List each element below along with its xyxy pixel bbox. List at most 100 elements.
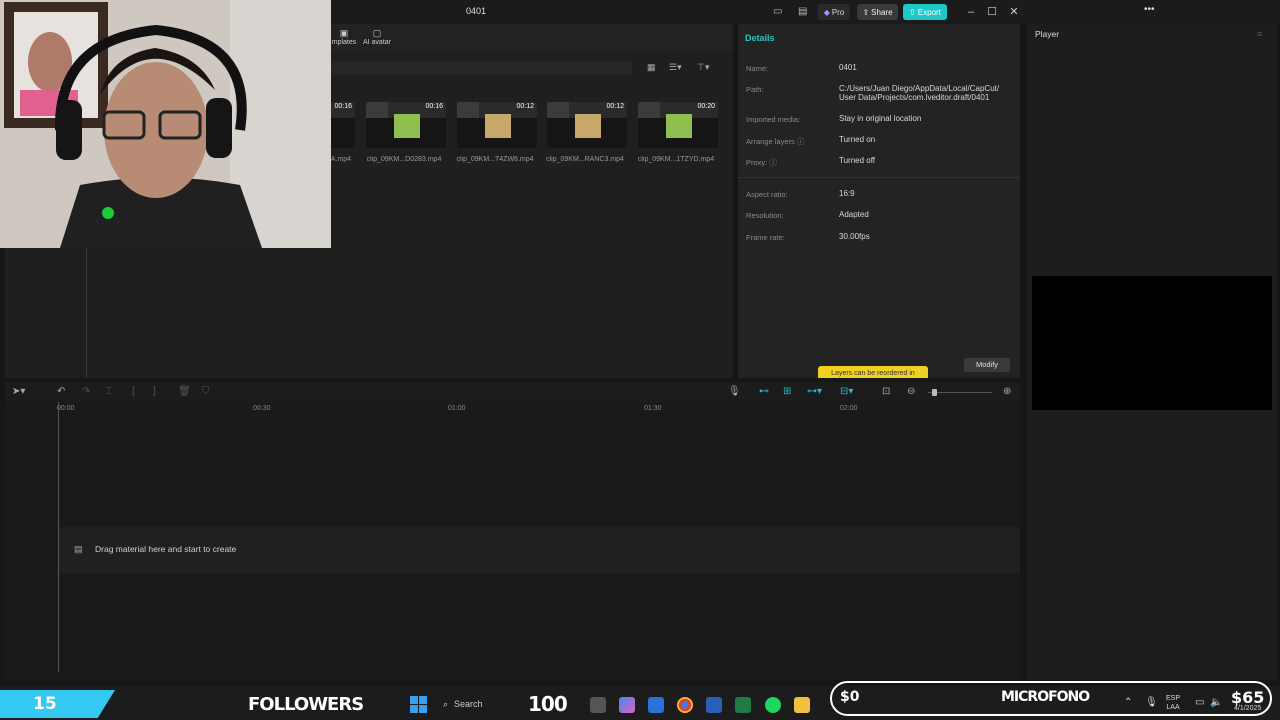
detail-value: Stay in original location [839,114,922,123]
detail-label: Path: [746,85,764,94]
clip-duration: 00:12 [606,103,624,110]
split-icon[interactable]: ⌶ [106,386,112,397]
sort-icon[interactable]: ☰▾ [669,62,682,73]
copilot-icon[interactable] [619,697,635,713]
detail-label: Resolution: [746,211,784,220]
media-clip[interactable]: 00:12 [547,102,627,148]
follower-goal: 100 [528,692,568,716]
windows-start-icon[interactable] [410,696,427,713]
detail-value: Turned off [839,156,876,165]
search-icon: ⌕ [443,698,449,709]
media-clip[interactable]: 00:12 [457,102,537,148]
microphone-icon[interactable]: 🎙 [728,386,741,397]
maximize-icon[interactable]: ☐ [985,5,999,19]
zoom-out-icon[interactable]: ⊖ [907,386,915,397]
drag-hint: Drag material here and start to create [95,544,237,554]
minimize-icon[interactable]: – [964,5,978,19]
ruler-tick: 02:00 [840,405,858,412]
menu-icon[interactable]: ≡ [1257,29,1262,39]
clip-duration: 00:12 [516,103,534,110]
media-search-bar[interactable] [330,61,632,75]
clip-duration: 00:16 [334,103,352,110]
layers-tooltip: Layers can be reordered in [818,366,928,378]
ruler-tick: 01:30 [644,405,662,412]
timeline-ruler[interactable] [5,402,1020,416]
layout-icon[interactable]: ▭ [773,6,782,17]
undo-icon[interactable]: ↶ [57,386,65,397]
preview-axis-icon[interactable]: ⊟▾ [840,386,853,397]
network-icon[interactable]: ▭ [1195,697,1204,708]
chrome-icon[interactable] [677,697,693,713]
close-icon[interactable]: ✕ [1007,5,1021,19]
taskbar-search[interactable]: ⌕ Search [437,693,527,715]
auto-snapping-icon[interactable]: ⊞ [783,386,791,397]
trim-right-icon[interactable]: ] [153,386,156,397]
tray-chevron-icon[interactable]: ⌃ [1124,697,1132,708]
task-view-icon[interactable] [590,697,606,713]
language-code: ESP [1166,695,1181,702]
player-viewport[interactable] [1032,276,1272,410]
detail-label: Imported media: [746,115,801,124]
detail-label: Arrange layers ⓘ [746,137,805,146]
select-tool-icon[interactable]: ➤▾ [12,386,25,397]
media-clip[interactable]: 00:20 [638,102,718,148]
clip-duration: 00:16 [425,103,443,110]
clip-duration: 00:20 [697,103,715,110]
project-title: 0401 [465,6,487,16]
detail-value: 30.00fps [839,232,870,241]
detail-label: Name: [746,64,769,73]
diamond-icon: ◆ [823,7,830,17]
filter-icon[interactable]: ⊤▾ [697,62,709,73]
tab-templates[interactable]: ▣ mplates [330,28,358,46]
share-label: Share [871,7,893,17]
more-options-icon[interactable]: ••• [1144,4,1155,15]
clip-name: clip_09KM...RANC3.mp4 [546,156,624,163]
playhead[interactable] [58,402,59,672]
tray-microphone-icon[interactable]: 🎙 [1145,697,1158,708]
ruler-tick: 01:00 [448,405,466,412]
webcam-feed [0,0,331,248]
delete-icon[interactable]: 🗑 [178,386,191,397]
volume-icon[interactable]: 🔈 [1210,697,1222,708]
detail-value: 16:9 [839,189,855,198]
divider [738,177,1020,178]
pro-label: Pro [831,7,845,17]
share-button[interactable]: ⇪ Share [857,4,898,20]
pro-button[interactable]: ◆ Pro [818,4,850,20]
followers-badge [0,690,115,718]
zoom-in-icon[interactable]: ⊕ [1003,386,1011,397]
modify-button[interactable]: Modify [964,358,1010,372]
linkage-icon[interactable]: ⊶▾ [807,386,822,397]
film-icon: ▤ [74,544,83,554]
followers-count: 15 [33,694,57,714]
donation-amount: $0 [840,689,860,705]
word-icon[interactable] [706,697,722,713]
export-button[interactable]: ⇧ Export [903,4,947,20]
caption-icon[interactable]: ⊡ [882,386,890,397]
store-icon[interactable] [648,697,664,713]
clip-name: clip_09KM...1TZYD.mp4 [637,156,715,163]
language-indicator[interactable]: ESP LAA [1166,694,1180,712]
spotify-icon[interactable] [765,697,781,713]
zoom-slider-handle[interactable] [932,389,937,396]
trim-left-icon[interactable]: [ [132,386,135,397]
divider [86,248,87,378]
ruler-tick: 00:30 [253,405,271,412]
followers-label: FOLLOWERS [248,694,364,715]
file-explorer-icon[interactable] [794,697,810,713]
shield-icon[interactable]: ⛉ [202,386,210,397]
tab-templates-label: mplates [331,39,357,46]
tab-ai-avatar[interactable]: ▢ AI avatar [362,28,392,46]
grid-view-icon[interactable]: ▦ [647,62,656,73]
share-icon: ⇪ [862,7,870,17]
search-placeholder: Search [454,699,483,709]
detail-value: Turned on [839,135,876,144]
export-icon: ⇧ [909,7,916,17]
main-track-magnet-icon[interactable]: ⊷ [759,386,769,397]
redo-icon[interactable]: ↷ [82,386,90,397]
shortcuts-icon[interactable]: ▤ [798,6,807,17]
excel-icon[interactable] [735,697,751,713]
zoom-slider[interactable] [928,392,992,393]
export-label: Export [917,7,941,17]
media-clip[interactable]: 00:16 [366,102,446,148]
